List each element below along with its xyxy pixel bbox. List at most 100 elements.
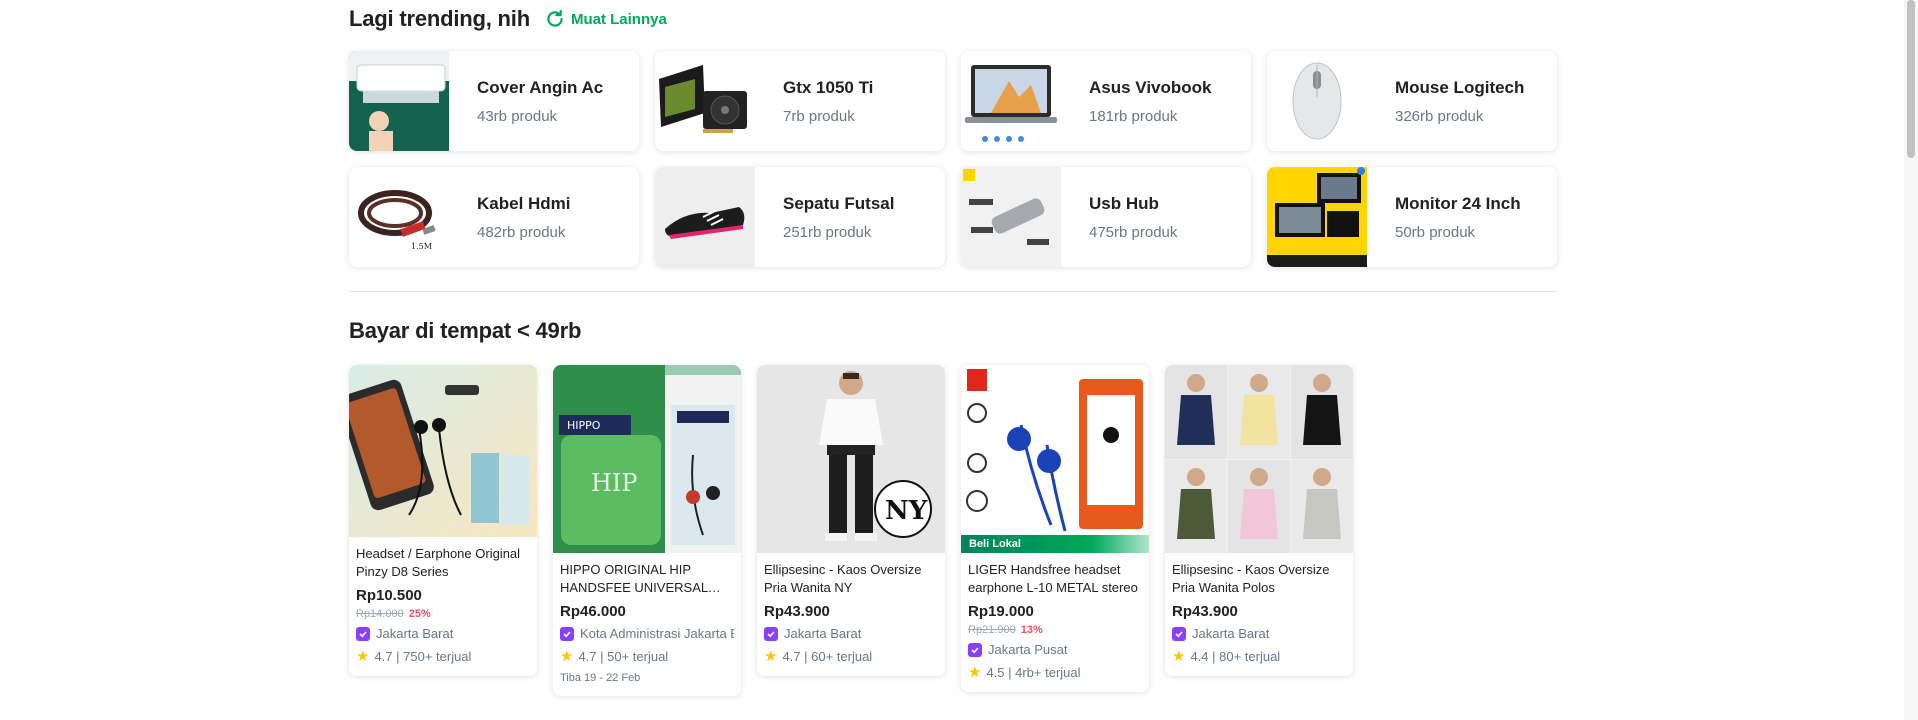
product-discount: Rp21.900 13% xyxy=(968,624,1142,636)
product-location-text: Jakarta Barat xyxy=(376,626,454,641)
trending-thumbnail: 1.5M xyxy=(349,167,449,267)
trending-thumbnail xyxy=(655,51,755,151)
trending-count: 251rb produk xyxy=(783,223,872,241)
trending-thumbnail xyxy=(961,51,1061,151)
trending-name: Kabel Hdmi xyxy=(477,193,571,213)
trending-card[interactable]: Monitor 24 Inch 50rb produk xyxy=(1267,167,1557,267)
product-discount-percent: 25% xyxy=(408,608,431,620)
trending-card[interactable]: Asus Vivobook 181rb produk xyxy=(961,51,1251,151)
official-store-badge-icon xyxy=(356,626,370,641)
trending-count: 326rb produk xyxy=(1395,107,1484,125)
product-location: Kota Administrasi Jakarta Barat xyxy=(560,626,734,641)
trending-thumbnail xyxy=(1267,167,1367,267)
trending-thumbnail xyxy=(655,167,755,267)
trending-name: Usb Hub xyxy=(1089,193,1159,213)
trending-count: 482rb produk xyxy=(477,223,566,241)
official-store-badge-icon xyxy=(968,642,982,657)
product-name: Headset / Earphone Original Pinzy D8 Ser… xyxy=(356,546,521,579)
product-name: HIPPO ORIGINAL HIP HANDSFEE UNIVERSAL BA… xyxy=(560,562,708,595)
product-card[interactable]: Headset / Earphone Original Pinzy D8 Ser… xyxy=(349,365,537,676)
trending-grid: Cover Angin Ac 43rb produk Gtx 1050 Ti 7… xyxy=(349,51,1557,267)
main-content: Lagi trending, nih Muat Lainnya Cover An… xyxy=(349,0,1557,696)
trending-header: Lagi trending, nih Muat Lainnya xyxy=(349,0,1557,38)
product-image xyxy=(1165,365,1353,553)
product-old-price: Rp14.000 xyxy=(356,608,404,620)
trending-thumbnail xyxy=(1267,51,1367,151)
product-card[interactable]: Ellipsesinc - Kaos Oversize Pria Wanita … xyxy=(1165,365,1353,676)
product-location-text: Jakarta Pusat xyxy=(988,642,1068,657)
trending-name: Sepatu Futsal xyxy=(783,193,895,213)
scrollbar-thumb[interactable] xyxy=(1907,0,1915,158)
trending-name: Monitor 24 Inch xyxy=(1395,193,1521,213)
product-rating: ★ 4.4 | 80+ terjual xyxy=(1172,649,1346,664)
product-name: Ellipsesinc - Kaos Oversize Pria Wanita … xyxy=(1172,562,1330,595)
section-divider xyxy=(349,291,1557,292)
product-location-text: Jakarta Barat xyxy=(1192,626,1270,641)
product-rating: ★ 4.7 | 60+ terjual xyxy=(764,649,938,664)
svg-text:HIPPO: HIPPO xyxy=(567,419,601,432)
star-icon: ★ xyxy=(968,664,982,681)
product-rating-text: 4.7 | 750+ terjual xyxy=(374,649,472,664)
star-icon: ★ xyxy=(356,648,370,665)
product-rating-text: 4.4 | 80+ terjual xyxy=(1190,649,1281,664)
trending-card[interactable]: Mouse Logitech 326rb produk xyxy=(1267,51,1557,151)
product-location: Jakarta Barat xyxy=(356,626,530,641)
star-icon: ★ xyxy=(560,648,574,665)
product-discount-percent: 13% xyxy=(1020,624,1043,636)
product-price: Rp19.000 xyxy=(968,603,1034,620)
product-image xyxy=(349,365,537,537)
star-icon: ★ xyxy=(764,648,778,665)
cod-section-title: Bayar di tempat < 49rb xyxy=(349,318,582,343)
reload-icon xyxy=(547,9,563,27)
product-price: Rp43.900 xyxy=(764,603,830,620)
trending-name: Gtx 1050 Ti xyxy=(783,77,874,97)
trending-name: Asus Vivobook xyxy=(1089,77,1212,97)
product-image: HIPPO HIP xyxy=(553,365,741,553)
trending-thumbnail xyxy=(961,167,1061,267)
trending-thumbnail xyxy=(349,51,449,151)
product-rating-text: 4.7 | 50+ terjual xyxy=(578,649,669,664)
scrollbar-track[interactable] xyxy=(1904,0,1918,720)
product-price: Rp43.900 xyxy=(1172,603,1238,620)
product-location: Jakarta Pusat xyxy=(968,642,1142,657)
svg-text:HIP: HIP xyxy=(591,469,638,497)
trending-count: 475rb produk xyxy=(1089,223,1178,241)
trending-title: Lagi trending, nih xyxy=(349,6,530,31)
official-store-badge-icon xyxy=(560,626,574,641)
product-card[interactable]: Beli Lokal LIGER Handsfree headset earph… xyxy=(961,365,1149,692)
product-rating-text: 4.5 | 4rb+ terjual xyxy=(986,665,1081,680)
product-row: Headset / Earphone Original Pinzy D8 Ser… xyxy=(349,365,1353,696)
product-card[interactable]: HIPPO HIP HIPPO ORIGINAL HIP HANDSFEE UN… xyxy=(553,365,741,696)
trending-count: 50rb produk xyxy=(1395,223,1476,241)
product-eta: Tiba 19 - 22 Feb xyxy=(560,672,641,684)
product-rating-text: 4.7 | 60+ terjual xyxy=(782,649,873,664)
official-store-badge-icon xyxy=(764,626,778,641)
trending-name: Cover Angin Ac xyxy=(477,77,604,97)
trending-count: 43rb produk xyxy=(477,107,558,125)
star-icon: ★ xyxy=(1172,648,1186,665)
official-store-badge-icon xyxy=(1172,626,1186,641)
trending-count: 181rb produk xyxy=(1089,107,1178,125)
product-image: NY xyxy=(757,365,945,553)
trending-card[interactable]: Usb Hub 475rb produk xyxy=(961,167,1251,267)
trending-card[interactable]: Sepatu Futsal 251rb produk xyxy=(655,167,945,267)
product-location: Jakarta Barat xyxy=(1172,626,1346,641)
product-price: Rp10.500 xyxy=(356,587,422,604)
reload-button[interactable]: Muat Lainnya xyxy=(544,8,667,30)
product-name: Ellipsesinc - Kaos Oversize Pria Wanita … xyxy=(764,562,922,595)
product-image: Beli Lokal xyxy=(961,365,1149,553)
product-location-text: Kota Administrasi Jakarta Barat xyxy=(580,626,734,641)
product-discount: Rp14.000 25% xyxy=(356,608,530,620)
trending-count: 7rb produk xyxy=(783,107,855,125)
product-rating: ★ 4.5 | 4rb+ terjual xyxy=(968,665,1142,680)
trending-card[interactable]: Cover Angin Ac 43rb produk xyxy=(349,51,639,151)
svg-text:1.5M: 1.5M xyxy=(411,242,432,251)
product-name: LIGER Handsfree headset earphone L-10 ME… xyxy=(968,562,1138,595)
trending-card[interactable]: 1.5M Kabel Hdmi 482rb produk xyxy=(349,167,639,267)
svg-text:NY: NY xyxy=(885,496,928,526)
product-location-text: Jakarta Barat xyxy=(784,626,862,641)
reload-label: Muat Lainnya xyxy=(570,10,667,28)
product-card[interactable]: NY Ellipsesinc - Kaos Oversize Pria Wani… xyxy=(757,365,945,676)
product-location: Jakarta Barat xyxy=(764,626,938,641)
trending-card[interactable]: Gtx 1050 Ti 7rb produk xyxy=(655,51,945,151)
